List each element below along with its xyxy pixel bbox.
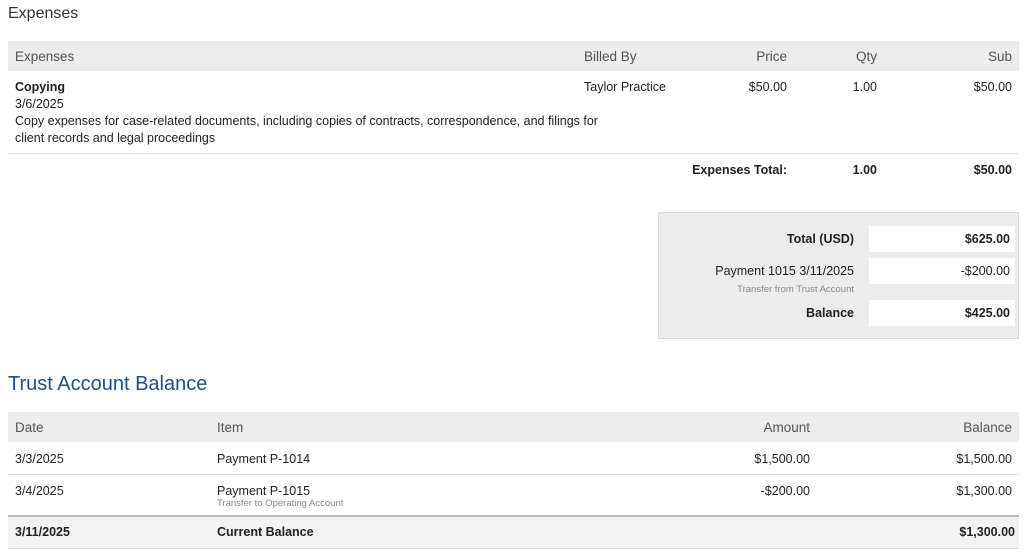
col-header-billed-by: Billed By (584, 49, 637, 64)
expense-description-line-1: Copy expenses for case-related documents… (15, 114, 598, 128)
current-balance-value: $1,300.00 (959, 525, 1015, 539)
trust-row-balance: $1,500.00 (956, 452, 1012, 466)
trust-row-amount: $1,500.00 (754, 452, 810, 466)
current-balance-date: 3/11/2025 (15, 525, 70, 539)
expenses-total-qty: 1.00 (852, 163, 877, 177)
expenses-divider (8, 153, 1019, 154)
expense-sub: $50.00 (973, 80, 1012, 94)
expenses-table-header: Expenses Billed By Price Qty Sub (8, 41, 1019, 71)
col-header-amount: Amount (763, 420, 810, 435)
trust-row-balance: $1,300.00 (956, 484, 1012, 498)
total-usd-value: $625.00 (964, 232, 1010, 246)
col-header-price: Price (756, 49, 787, 64)
trust-row-item: Payment P-1014 (217, 452, 311, 466)
payment-label: Payment 1015 3/11/2025 (715, 264, 854, 278)
col-header-balance: Balance (963, 420, 1012, 435)
expenses-total-label: Expenses Total: (692, 163, 787, 177)
col-header-qty: Qty (855, 49, 877, 64)
total-usd-label: Total (USD) (786, 232, 854, 246)
current-balance-bottom-border (8, 548, 1019, 549)
trust-row-item: Payment P-1015 (217, 484, 311, 498)
expense-name: Copying (15, 80, 65, 94)
payment-value: -$200.00 (960, 264, 1010, 278)
col-header-sub: Sub (987, 49, 1012, 64)
col-header-date: Date (15, 420, 44, 435)
expense-description-line-2: client records and legal proceedings (15, 131, 216, 145)
invoice-summary-box: Total (USD) $625.00 Payment 1015 3/11/20… (658, 212, 1019, 339)
expense-price: $50.00 (748, 80, 787, 94)
trust-row-note: Transfer to Operating Account (217, 498, 344, 509)
expense-date: 3/6/2025 (15, 97, 64, 111)
trust-row-amount: -$200.00 (760, 484, 810, 498)
expenses-total-sub: $50.00 (973, 163, 1012, 177)
balance-value: $425.00 (964, 306, 1010, 320)
trust-account-title: Trust Account Balance (8, 373, 208, 395)
expense-billed-by: Taylor Practice (584, 80, 666, 94)
col-header-item: Item (217, 420, 244, 435)
current-balance-row: 3/11/2025 Current Balance $1,300.00 (8, 517, 1019, 548)
balance-label: Balance (806, 306, 854, 320)
expense-qty: 1.00 (852, 80, 877, 94)
col-header-expenses: Expenses (15, 49, 75, 64)
trust-row-date: 3/4/2025 (15, 484, 64, 498)
trust-table-header: Date Item Amount Balance (8, 412, 1019, 442)
payment-note: Transfer from Trust Account (737, 284, 854, 295)
trust-row-divider (8, 474, 1019, 475)
expenses-section-title: Expenses (8, 5, 79, 22)
trust-row-date: 3/3/2025 (15, 452, 64, 466)
current-balance-label: Current Balance (217, 525, 314, 539)
